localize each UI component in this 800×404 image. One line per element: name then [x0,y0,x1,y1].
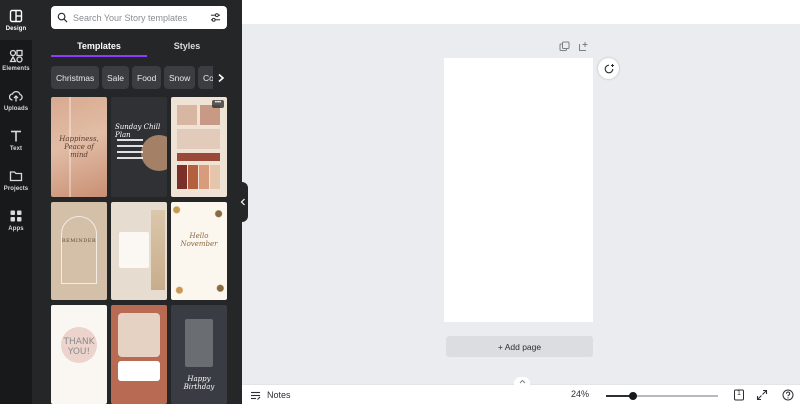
help-question-icon [782,389,794,401]
tab-templates[interactable]: Templates [51,35,147,57]
templates-panel: Templates Styles Christmas Sale Food Sno… [32,0,242,404]
rail-item-elements[interactable]: Elements [0,40,32,80]
notes-button[interactable]: Notes [250,388,291,402]
template-title: Happiness, Peace of mind [59,135,99,159]
chip-food[interactable]: Food [132,66,162,89]
folder-icon [9,170,23,181]
help-button[interactable] [782,389,794,401]
rail-label: Elements [2,65,30,72]
template-title: REMINDER [61,238,97,244]
apps-grid-icon [10,210,22,221]
rail-label: Uploads [3,105,29,112]
notes-icon [251,391,261,400]
thumb-swatch [177,165,187,189]
page-count: 1 [737,390,741,397]
rail-label: Apps [8,225,24,232]
thumb-card [118,361,160,381]
thumb-photo [177,129,220,149]
template-thumbnail[interactable]: Sunday Chill Plan [111,97,167,197]
thumb-arch [61,216,97,284]
template-thumbnail[interactable]: ••• [171,97,227,197]
show-pages-button[interactable] [514,377,530,385]
chevron-up-icon [519,379,525,383]
rail-item-projects[interactable]: Projects [0,160,32,200]
search-icon [57,12,68,23]
rail-label: Projects [3,185,29,192]
chevron-right-icon [218,73,225,82]
template-title: Happy Birthday [183,375,215,391]
template-title: Hello November [180,232,218,248]
template-thumbnail[interactable] [111,305,167,404]
template-title: Sunday Chill Plan [115,123,161,139]
thumb-banner [177,153,220,161]
thumb-photo [177,105,197,125]
template-thumbnail[interactable]: Happiness, Peace of mind [51,97,107,197]
rail-item-apps[interactable]: Apps [0,200,32,240]
page-tool-duplicate[interactable] [559,40,570,52]
template-thumbnail[interactable]: REMINDER [51,202,107,300]
search-input[interactable] [73,12,210,23]
notes-label: Notes [267,390,291,400]
text-t-icon [11,130,21,141]
duplicate-page-icon [559,41,570,51]
rail-item-uploads[interactable]: Uploads [0,80,32,120]
tab-styles[interactable]: Styles [147,35,227,57]
magic-refresh-button[interactable] [598,58,619,79]
rail-item-design[interactable]: Design [0,0,32,40]
zoom-level: 24% [571,389,590,399]
active-tab-indicator [51,55,147,57]
search-box[interactable] [51,6,227,29]
cloud-upload-icon [9,90,23,101]
rail-label: Design [5,25,27,32]
thumb-swatch [199,165,209,189]
thumb-coffee-photo [141,135,167,171]
template-title: THANK YOU! [63,337,95,357]
category-chips: Christmas Sale Food Snow Collage [51,66,227,89]
more-options-button[interactable]: ••• [212,100,224,108]
template-thumbnail[interactable] [111,202,167,300]
add-page-button[interactable]: + Add page [446,336,593,357]
chips-scroll-right[interactable] [213,66,229,89]
top-toolbar [242,0,800,24]
template-thumbnail[interactable]: THANK YOU! [51,305,107,404]
page-count-button[interactable]: 1 [733,389,745,401]
rail-item-text[interactable]: Text [0,120,32,160]
thumb-plant [151,210,165,290]
zoom-slider-handle[interactable] [629,392,637,400]
filter-sliders-icon[interactable] [210,12,221,23]
fullscreen-button[interactable] [756,389,768,401]
chip-snow[interactable]: Snow [164,66,196,89]
template-thumbnail[interactable]: Hello November [171,202,227,300]
chip-christmas[interactable]: Christmas [51,66,100,89]
thumb-checklist [117,139,143,163]
chevron-left-icon [240,198,245,206]
thumb-leaves [171,202,227,300]
design-page[interactable] [444,58,593,322]
thumb-photo [185,319,213,367]
left-rail: Design Elements Uploads Text Projects Ap… [0,0,32,404]
thumb-swatch [210,165,220,189]
expand-icon [756,389,768,401]
rail-label: Text [9,145,23,152]
template-thumbnail[interactable]: Happy Birthday [171,305,227,404]
refresh-sparkle-icon [604,63,614,73]
panel-tabs: Templates Styles [51,35,227,57]
thumb-photo [200,105,220,125]
bottom-toolbar: Notes 24% 1 [242,377,800,404]
thumb-card [119,232,149,268]
chip-sale[interactable]: Sale [102,66,130,89]
thumb-photo [118,313,160,357]
zoom-slider[interactable] [606,392,718,400]
layout-icon [9,9,23,22]
page-tool-add[interactable] [578,40,589,52]
collapse-panel-handle[interactable] [238,182,248,222]
add-page-icon [579,41,588,51]
thumb-swatch [188,165,198,189]
shapes-icon [9,49,23,63]
